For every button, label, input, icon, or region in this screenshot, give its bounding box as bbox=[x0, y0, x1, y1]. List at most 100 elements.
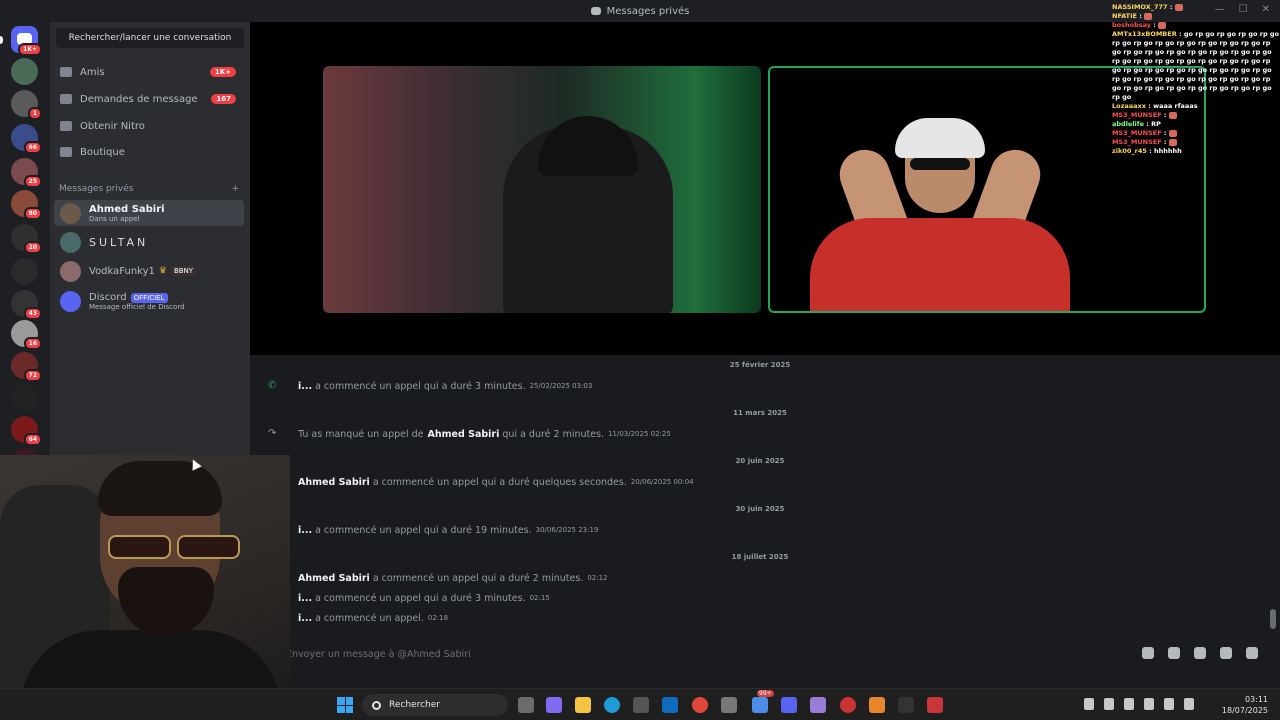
server-icon[interactable]: 43 bbox=[11, 290, 42, 320]
emote-icon bbox=[1168, 138, 1177, 146]
network-icon[interactable] bbox=[1104, 698, 1114, 710]
caller-name[interactable]: i... bbox=[298, 613, 312, 624]
caller-name[interactable]: i... bbox=[298, 593, 312, 604]
server-badge: 66 bbox=[23, 141, 42, 154]
taskbar-search[interactable]: Rechercher bbox=[362, 694, 508, 716]
task-view-icon[interactable] bbox=[518, 697, 534, 713]
server-badge: 64 bbox=[23, 433, 42, 446]
add-dm-icon[interactable]: + bbox=[231, 184, 239, 194]
emote-icon bbox=[1174, 3, 1183, 11]
nav-nitro[interactable]: Obtenir Nitro bbox=[56, 114, 244, 138]
chat-user: boshobsay bbox=[1112, 21, 1152, 29]
call-log-entry: ✆ Ahmed Sabiri a commencé un appel qui a… bbox=[268, 475, 1248, 489]
app-icon[interactable] bbox=[869, 697, 885, 713]
app-icon[interactable] bbox=[898, 697, 914, 713]
sticker-icon[interactable] bbox=[1194, 647, 1206, 659]
server-icon[interactable]: 25 bbox=[11, 158, 42, 188]
dm-status: Dans un appel bbox=[89, 214, 140, 223]
chat-text: RP bbox=[1151, 120, 1161, 128]
volume-icon[interactable] bbox=[1184, 698, 1194, 710]
call-text: qui a duré 2 minutes. bbox=[502, 428, 605, 440]
server-icon[interactable]: 64 bbox=[11, 416, 42, 446]
caller-name[interactable]: Ahmed Sabiri bbox=[428, 429, 500, 440]
discord-avatar-icon bbox=[60, 290, 81, 312]
call-text: a commencé un appel qui a duré quelques … bbox=[372, 476, 627, 488]
caller-name[interactable]: Ahmed Sabiri bbox=[298, 477, 370, 488]
gift-icon[interactable] bbox=[1142, 647, 1154, 659]
server-icon[interactable]: 20 bbox=[11, 224, 42, 254]
nav-label: Boutique bbox=[80, 146, 125, 158]
dm-name: Discord bbox=[89, 291, 127, 303]
search-icon bbox=[372, 700, 381, 710]
activities-icon[interactable] bbox=[1246, 647, 1258, 659]
selected-indicator bbox=[0, 36, 3, 44]
video-tile-participant-1[interactable] bbox=[323, 66, 761, 313]
app-icon[interactable] bbox=[840, 697, 856, 713]
app-icon[interactable] bbox=[752, 697, 768, 713]
chat-text: hhhhhh bbox=[1154, 147, 1182, 155]
caller-name[interactable]: i... bbox=[298, 525, 312, 536]
chrome-icon[interactable] bbox=[692, 697, 708, 713]
outlook-icon[interactable] bbox=[662, 697, 678, 713]
app-icon[interactable] bbox=[721, 697, 737, 713]
section-label: Messages privés bbox=[59, 184, 134, 194]
dm-item-discord[interactable]: Discord OFFICIEL Message officiel de Disc… bbox=[54, 288, 244, 314]
dm-item-ahmed-sabiri[interactable]: Ahmed Sabiri Dans un appel bbox=[54, 200, 244, 226]
nav-shop[interactable]: Boutique bbox=[56, 140, 244, 164]
caller-name[interactable]: i... bbox=[298, 381, 312, 392]
app-icon[interactable] bbox=[927, 697, 943, 713]
wifi-icon[interactable] bbox=[1164, 698, 1174, 710]
conversation-search[interactable]: Rechercher/lancer une conversation bbox=[56, 28, 244, 48]
chevron-up-icon[interactable] bbox=[1084, 698, 1094, 710]
app-icon[interactable] bbox=[810, 697, 826, 713]
crown-icon: ♛ bbox=[158, 266, 167, 276]
timestamp: 02:15 bbox=[529, 594, 550, 602]
notification-badge: 99+ bbox=[757, 690, 774, 697]
server-icon[interactable]: 80 bbox=[11, 190, 42, 220]
phone-icon: ✆ bbox=[268, 380, 277, 391]
dm-item-sultan[interactable]: SULTAN bbox=[54, 229, 244, 255]
chat-user: Lozaaaxx bbox=[1112, 102, 1146, 110]
edge-icon[interactable] bbox=[604, 697, 620, 713]
start-button[interactable] bbox=[337, 697, 353, 713]
nitro-icon bbox=[60, 121, 72, 131]
timestamp: 02:18 bbox=[427, 614, 449, 622]
call-log-entry: ✆ i... a commencé un appel qui a duré 3 … bbox=[268, 591, 1248, 605]
dm-item-vodkafunky1[interactable]: VodkaFunky1 ♛ BBNY bbox=[54, 258, 244, 284]
server-icon[interactable]: 72 bbox=[11, 352, 42, 382]
display-icon[interactable] bbox=[1144, 698, 1154, 710]
microphone-icon[interactable] bbox=[1124, 698, 1134, 710]
windows-taskbar: Rechercher 99+ 03:11 18/07/2025 bbox=[0, 688, 1280, 720]
message-input[interactable]: Envoyer un message à @Ahmed Sabiri bbox=[286, 644, 1266, 664]
server-icon[interactable] bbox=[11, 58, 38, 85]
server-icon[interactable]: 66 bbox=[11, 124, 42, 154]
server-icon[interactable]: 16 bbox=[11, 320, 42, 350]
chat-text: waaa rfaaas bbox=[1153, 102, 1198, 110]
avatar bbox=[60, 260, 81, 282]
store-icon[interactable] bbox=[633, 697, 649, 713]
dm-section-header: Messages privés + bbox=[59, 184, 239, 194]
server-icon[interactable] bbox=[11, 384, 38, 411]
server-icon[interactable]: 1 bbox=[11, 90, 42, 120]
server-icon[interactable] bbox=[11, 258, 38, 285]
copilot-icon[interactable] bbox=[546, 697, 562, 713]
clock[interactable]: 03:11 18/07/2025 bbox=[1222, 694, 1268, 716]
file-explorer-icon[interactable] bbox=[575, 697, 591, 713]
caller-name[interactable]: Ahmed Sabiri bbox=[298, 573, 370, 584]
nav-message-requests[interactable]: Demandes de message 167 bbox=[56, 87, 244, 111]
emote-icon bbox=[1158, 21, 1167, 29]
timestamp: 11/03/2025 02:25 bbox=[608, 430, 671, 438]
chat-message: NFATIE : bbox=[1112, 12, 1280, 21]
chat-message: MS3_MUNSEF : bbox=[1112, 129, 1280, 138]
discord-taskbar-icon[interactable] bbox=[781, 697, 797, 713]
webcam-detail bbox=[108, 535, 240, 559]
gif-icon[interactable] bbox=[1168, 647, 1180, 659]
home-button[interactable]: 1K+ bbox=[11, 26, 42, 56]
scrollbar[interactable] bbox=[1270, 609, 1276, 629]
call-log-entry: ✆ Ahmed Sabiri a commencé un appel qui a… bbox=[268, 571, 1248, 585]
nav-friends[interactable]: Amis 1K+ bbox=[56, 60, 244, 84]
stream-chat-overlay: NASSIMOX_777 : NFATIE : boshobsay : AMTx… bbox=[1112, 3, 1280, 156]
emoji-icon[interactable] bbox=[1220, 647, 1232, 659]
clock-date: 18/07/2025 bbox=[1221, 706, 1268, 715]
discord-window: Messages privés — ☐ ✕ 1K+ 1 66 25 80 20 … bbox=[0, 0, 1280, 720]
